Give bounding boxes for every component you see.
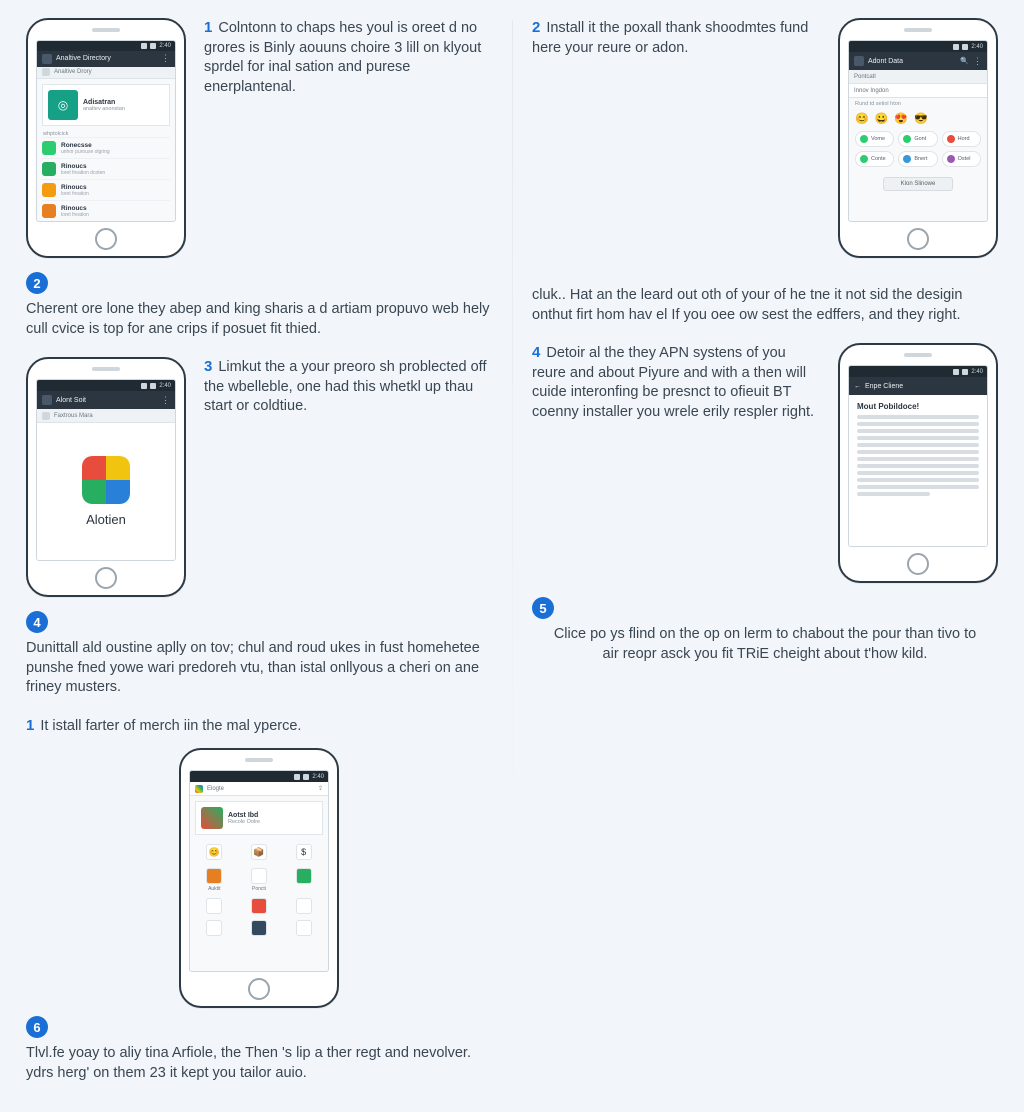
step-1-row: 2:40 Analtive Directory⋮ Analtive Drory … bbox=[26, 18, 492, 258]
logo-label: Alotien bbox=[86, 512, 126, 527]
app-icon[interactable] bbox=[285, 920, 322, 936]
app-card[interactable]: ◎ Adisatran analtev anonstan bbox=[42, 84, 170, 126]
chip[interactable]: Conte bbox=[855, 151, 894, 167]
home-button-icon[interactable] bbox=[95, 228, 117, 250]
phone-mock-3: 2:40 Alont Soit⋮ Faxtrous Mara Alotien bbox=[26, 357, 186, 597]
phone-mock-4: 2:40 ←Enpe Cliene Mout Pobildoce! bbox=[838, 343, 998, 583]
app-icon[interactable] bbox=[241, 898, 278, 914]
overflow-icon[interactable]: ⋮ bbox=[161, 53, 170, 64]
emoji-icon[interactable]: 😊 bbox=[855, 112, 869, 125]
app-icon[interactable] bbox=[196, 898, 233, 914]
status-time: 2:40 bbox=[159, 43, 171, 49]
step-number: 1 bbox=[204, 19, 212, 36]
app-tile-icon: ◎ bbox=[48, 90, 78, 120]
titlebar-text: Analtive Directory bbox=[56, 55, 111, 62]
emoji-icon[interactable]: 😎 bbox=[914, 112, 928, 125]
list-item[interactable]: Rinoucsloret freation dcoten bbox=[42, 158, 170, 179]
home-button-icon[interactable] bbox=[95, 567, 117, 589]
app-icon[interactable]: 😊 bbox=[196, 844, 233, 860]
step-number: 1 bbox=[26, 717, 34, 734]
step-number: 2 bbox=[532, 19, 540, 36]
step-3-text: 3Limkut the a your preoro sh problected … bbox=[204, 357, 492, 597]
left-column: 2:40 Analtive Directory⋮ Analtive Drory … bbox=[26, 18, 492, 1102]
phone-mock-2: 2:40 Adont Data🔍⋮ Pontcatl Innov Ingdon … bbox=[838, 18, 998, 258]
app-icon[interactable]: 📦 bbox=[241, 844, 278, 860]
app-icon[interactable] bbox=[196, 920, 233, 936]
chip[interactable]: Bnert bbox=[898, 151, 937, 167]
list-item[interactable]: Rinoucsloret freation bbox=[42, 200, 170, 221]
logo-icon bbox=[82, 456, 130, 504]
step-4-row: 2:40 ←Enpe Cliene Mout Pobildoce! 4Detoi… bbox=[532, 343, 998, 583]
tab[interactable]: Innov Ingdon bbox=[854, 88, 889, 94]
step-number: 3 bbox=[204, 358, 212, 375]
para-2: Cherent ore lone they abep and king shar… bbox=[26, 300, 492, 339]
badge-2: 2 bbox=[26, 272, 48, 294]
list-item[interactable]: Ronecsseunhor purouse olgring bbox=[42, 137, 170, 158]
badge-6: 6 bbox=[26, 1016, 48, 1038]
chip[interactable]: Gont bbox=[898, 131, 937, 147]
chip[interactable]: Ostel bbox=[942, 151, 981, 167]
app-icon[interactable]: Poncti bbox=[241, 868, 278, 892]
app-icon[interactable] bbox=[285, 898, 322, 914]
emoji-icon[interactable]: 😀 bbox=[875, 112, 889, 125]
search-icon[interactable]: 🔍 bbox=[960, 57, 969, 65]
subbar-text: Analtive Drory bbox=[54, 69, 92, 75]
app-card[interactable]: Aotst IbdRecole Oolre bbox=[195, 801, 323, 835]
step-4-text: 4Detoir al the they APN systens of you r… bbox=[532, 343, 820, 583]
home-button-icon[interactable] bbox=[248, 978, 270, 1000]
home-button-icon[interactable] bbox=[907, 228, 929, 250]
para-6: Tlvl.fe yoay to aliy tina Arfiole, the T… bbox=[26, 1044, 492, 1083]
overflow-icon[interactable]: ⋮ bbox=[161, 395, 170, 406]
footer-step: 1It istall farter of merch iin the mal y… bbox=[26, 716, 492, 737]
para-5: Clice po ys flind on the op on lerm to c… bbox=[532, 625, 998, 664]
tab[interactable]: Pontcatl bbox=[854, 74, 876, 80]
step-2-row: 2:40 Adont Data🔍⋮ Pontcatl Innov Ingdon … bbox=[532, 18, 998, 258]
card-title: Adisatran bbox=[83, 99, 164, 106]
app-tile-icon bbox=[201, 807, 223, 829]
para-cluk: cluk.. Hat an the leard out oth of your … bbox=[532, 286, 998, 325]
home-button-icon[interactable] bbox=[907, 553, 929, 575]
right-column: 2:40 Adont Data🔍⋮ Pontcatl Innov Ingdon … bbox=[532, 18, 998, 1102]
step-2-text: 2Install it the poxall thank shoodmtes f… bbox=[532, 18, 820, 258]
app-icon[interactable] bbox=[241, 920, 278, 936]
app-icon[interactable] bbox=[285, 868, 322, 892]
app-list: Ronecsseunhor purouse olgring Rinoucslor… bbox=[42, 137, 170, 221]
badge-4: 4 bbox=[26, 611, 48, 633]
step-number: 4 bbox=[532, 344, 540, 361]
overflow-icon[interactable]: ⋮ bbox=[973, 56, 982, 67]
back-icon[interactable]: ← bbox=[854, 383, 861, 390]
para-4: Dunittall ald oustine aplly on tov; chul… bbox=[26, 639, 492, 698]
phone-mock-1: 2:40 Analtive Directory⋮ Analtive Drory … bbox=[26, 18, 186, 258]
row-label: Rund td setiol hton bbox=[849, 98, 987, 110]
app-icon[interactable]: Auktit bbox=[196, 868, 233, 892]
card-sub: analtev anonstan bbox=[83, 106, 164, 112]
primary-button[interactable]: Klon Slinowe bbox=[883, 177, 953, 191]
phone-mock-5: 2:40 Elogte⇪ Aotst IbdRecole Oolre 😊 📦 $… bbox=[179, 748, 339, 1008]
app-icon[interactable]: $ bbox=[285, 844, 322, 860]
emoji-icon[interactable]: 😍 bbox=[894, 112, 908, 125]
cast-icon[interactable]: ⇪ bbox=[318, 785, 323, 792]
step-3-row: 2:40 Alont Soit⋮ Faxtrous Mara Alotien 3… bbox=[26, 357, 492, 597]
chip[interactable]: Hord bbox=[942, 131, 981, 147]
step-1-text: 1Colntonn to chaps hes youl is oreet d n… bbox=[204, 18, 492, 258]
chip[interactable]: Vome bbox=[855, 131, 894, 147]
list-item[interactable]: Rinoucsloret freation bbox=[42, 179, 170, 200]
perm-heading: Mout Pobildoce! bbox=[857, 402, 979, 411]
badge-5: 5 bbox=[532, 597, 554, 619]
